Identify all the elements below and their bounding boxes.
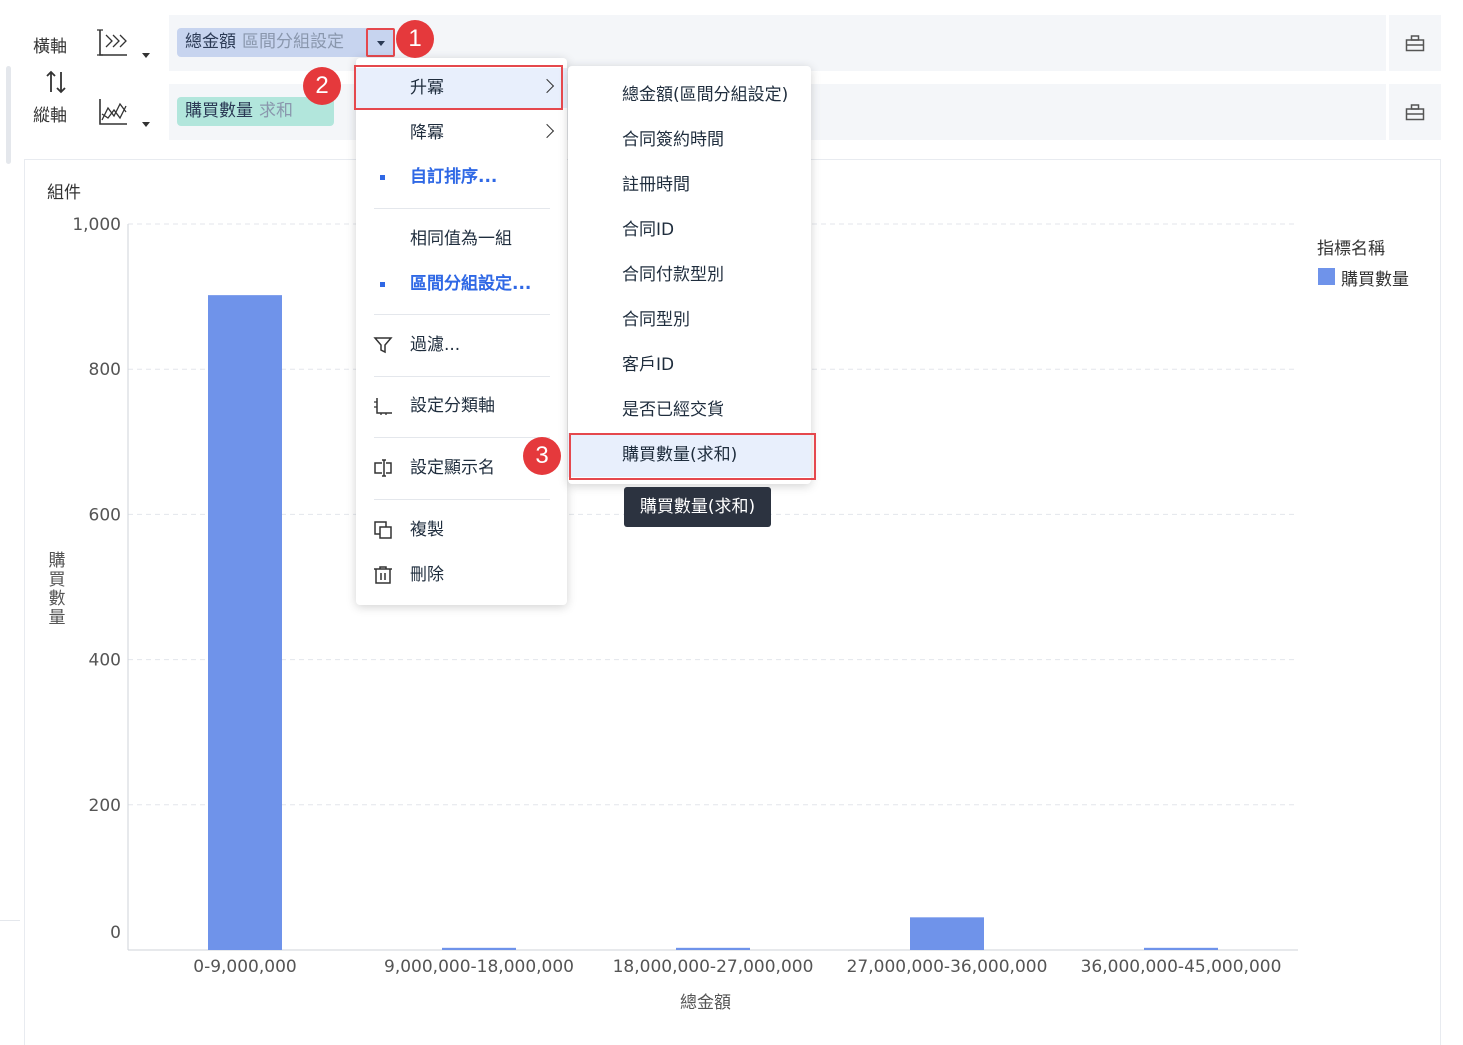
field-context-menu: 升冪 降冪 自訂排序... 相同值為一組 區間分組設定... 過濾... 設定分… [356, 58, 567, 605]
submenu-item-label: 購買數量(求和) [622, 445, 738, 465]
y-tick-label: 0 [110, 923, 121, 943]
submenu-item-label: 合同ID [622, 220, 675, 240]
menu-item-label: 降冪 [410, 123, 444, 143]
menu-divider [374, 376, 550, 377]
menu-item-label: 設定顯示名 [410, 458, 495, 478]
submenu-item[interactable]: 客戶ID [568, 343, 811, 387]
menu-item-ascending[interactable]: 升冪 [356, 68, 567, 108]
menu-item-label: 區間分組設定... [410, 274, 532, 294]
legend-swatch[interactable] [1318, 268, 1335, 285]
bar [676, 947, 750, 950]
submenu-item[interactable]: 合同簽約時間 [568, 118, 811, 162]
x-axis-title: 總金額 [680, 993, 731, 1013]
menu-divider [374, 314, 550, 315]
y-tick-label: 400 [89, 651, 121, 671]
selected-dot-icon [380, 282, 385, 287]
step-badge: 3 [523, 437, 561, 475]
menu-item-copy[interactable]: 複製 [356, 510, 567, 550]
submenu-item-selected[interactable]: 購買數量(求和) [568, 433, 811, 477]
menu-divider [374, 208, 550, 209]
bar [208, 295, 282, 950]
y-tick-label: 200 [89, 796, 121, 816]
sort-field-submenu: 總金額(區間分組設定) 合同簽約時間 註冊時間 合同ID 合同付款型別 合同型別… [568, 66, 811, 484]
x-tick-label: 36,000,000-45,000,000 [1081, 957, 1282, 977]
bar [1144, 947, 1218, 950]
bar [442, 947, 516, 950]
menu-item-descending[interactable]: 降冪 [356, 113, 567, 153]
submenu-item[interactable]: 是否已經交貨 [568, 388, 811, 432]
trash-icon [374, 566, 392, 584]
chevron-right-icon [539, 123, 555, 139]
submenu-item[interactable]: 總金額(區間分組設定) [568, 73, 811, 117]
submenu-item-label: 合同簽約時間 [622, 130, 724, 150]
submenu-item-label: 合同付款型別 [622, 265, 724, 285]
y-tick-label: 600 [89, 505, 121, 525]
tooltip: 購買數量(求和) [624, 487, 771, 527]
menu-divider [374, 437, 550, 438]
menu-item-label: 升冪 [410, 78, 444, 98]
menu-item-label: 相同值為一組 [410, 229, 512, 249]
filter-icon [373, 337, 393, 354]
submenu-item-label: 是否已經交貨 [622, 400, 724, 420]
menu-item-range-group[interactable]: 區間分組設定... [356, 264, 567, 304]
x-tick-label: 18,000,000-27,000,000 [613, 957, 814, 977]
y-tick-label: 1,000 [72, 215, 121, 235]
submenu-item-label: 總金額(區間分組設定) [622, 85, 789, 105]
menu-item-set-category-axis[interactable]: 設定分類軸 [356, 386, 567, 426]
menu-item-custom-sort[interactable]: 自訂排序... [356, 157, 567, 197]
submenu-item[interactable]: 合同ID [568, 208, 811, 252]
step-badge: 1 [396, 20, 434, 58]
submenu-item-label: 客戶ID [622, 355, 675, 375]
menu-item-filter[interactable]: 過濾... [356, 325, 567, 365]
copy-icon [374, 521, 392, 539]
menu-item-label: 自訂排序... [410, 167, 498, 187]
submenu-item[interactable]: 註冊時間 [568, 163, 811, 207]
x-tick-label: 27,000,000-36,000,000 [847, 957, 1048, 977]
menu-item-label: 複製 [410, 520, 444, 540]
chevron-right-icon [539, 78, 555, 94]
submenu-item-label: 合同型別 [622, 310, 690, 330]
x-tick-label: 9,000,000-18,000,000 [384, 957, 574, 977]
axis-icon [374, 398, 392, 415]
legend-title: 指標名稱 [1317, 239, 1385, 259]
menu-item-label: 刪除 [410, 565, 444, 585]
submenu-item[interactable]: 合同付款型別 [568, 253, 811, 297]
menu-item-label: 過濾... [410, 335, 461, 355]
y-tick-label: 800 [89, 360, 121, 380]
bar [910, 917, 984, 950]
rename-icon [374, 459, 392, 477]
x-tick-label: 0-9,000,000 [193, 957, 296, 977]
legend-label[interactable]: 購買數量 [1341, 265, 1409, 290]
menu-divider [374, 499, 550, 500]
submenu-item-label: 註冊時間 [622, 175, 690, 195]
step-badge: 2 [303, 67, 341, 105]
y-axis-title: 購買數量 [48, 551, 66, 628]
menu-item-same-value-group[interactable]: 相同值為一組 [356, 219, 567, 259]
selected-dot-icon [380, 175, 385, 180]
submenu-item[interactable]: 合同型別 [568, 298, 811, 342]
menu-item-label: 設定分類軸 [410, 396, 495, 416]
menu-item-delete[interactable]: 刪除 [356, 555, 567, 595]
